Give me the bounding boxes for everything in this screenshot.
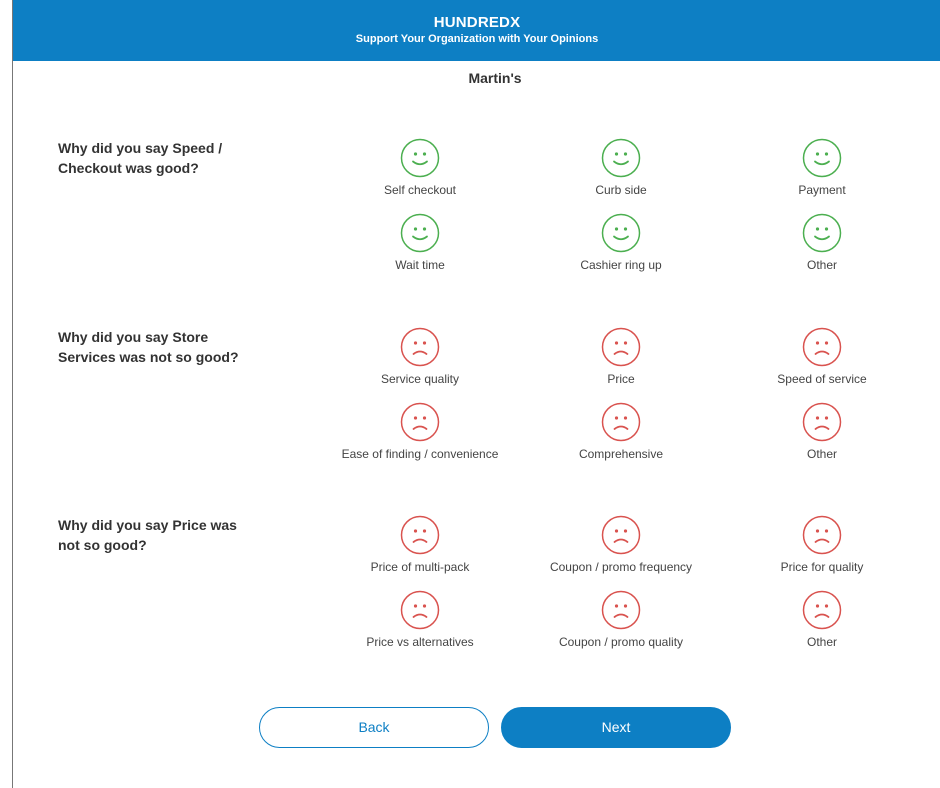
option-item[interactable]: Other [722,590,922,656]
option-item[interactable]: Other [722,213,922,279]
frown-face-icon [400,515,440,555]
question-section: Why did you say Store Services was not s… [0,327,928,497]
option-item[interactable]: Price vs alternatives [320,590,520,656]
option-label: Curb side [595,183,647,197]
smiley-face-icon [400,213,440,253]
option-label: Comprehensive [578,447,664,461]
frown-face-icon [601,515,641,555]
option-item[interactable]: Curb side [521,138,721,204]
smiley-face-icon [601,138,641,178]
frown-face-icon [601,590,641,630]
option-item[interactable]: Self checkout [320,138,520,204]
frown-face-icon [601,327,641,367]
question-text: Why did you say Speed / Checkout was goo… [58,140,223,176]
option-label: Other [806,447,837,461]
option-label: Price of multi-pack [370,560,470,574]
option-label: Payment [798,183,846,197]
option-label: Other [806,258,837,272]
option-item[interactable]: Coupon / promo quality [521,590,721,656]
option-item[interactable]: Cashier ring up [521,213,721,279]
option-label: Cashier ring up [580,258,662,272]
back-button[interactable]: Back [259,707,489,748]
option-item[interactable]: Price [521,327,721,393]
option-label: Price vs alternatives [366,635,474,649]
option-label: Self checkout [383,183,457,197]
frown-face-icon [601,402,641,442]
question-section: Why did you say Speed / Checkout was goo… [0,138,928,308]
option-label: Speed of service [777,372,867,386]
frown-face-icon [400,402,440,442]
option-item[interactable]: Ease of finding / convenience [320,402,520,468]
option-item[interactable]: Service quality [320,327,520,393]
header-bar: HUNDREDX Support Your Organization with … [13,0,940,61]
store-name: Martin's [468,70,522,86]
frown-face-icon [802,327,842,367]
frown-face-icon [400,590,440,630]
option-label: Wait time [395,258,445,272]
question-text: Why did you say Store Services was not s… [58,329,239,365]
option-item[interactable]: Payment [722,138,922,204]
frown-face-icon [802,402,842,442]
option-item[interactable]: Comprehensive [521,402,721,468]
option-item[interactable]: Price of multi-pack [320,515,520,581]
option-label: Ease of finding / convenience [341,447,499,461]
option-item[interactable]: Speed of service [722,327,922,393]
frown-face-icon [400,327,440,367]
option-label: Price [607,372,635,386]
smiley-face-icon [802,213,842,253]
option-label: Other [806,635,837,649]
question-text: Why did you say Price was not so good? [58,517,237,553]
next-button[interactable]: Next [501,707,731,748]
frown-face-icon [802,515,842,555]
smiley-face-icon [802,138,842,178]
frown-face-icon [802,590,842,630]
smiley-face-icon [601,213,641,253]
question-section: Why did you say Price was not so good? Pr… [0,515,928,685]
option-label: Coupon / promo quality [558,635,684,649]
brand-title: HUNDREDX [433,14,521,31]
smiley-face-icon [400,138,440,178]
option-label: Service quality [380,372,460,386]
option-label: Price for quality [780,560,864,574]
option-item[interactable]: Other [722,402,922,468]
option-item[interactable]: Price for quality [722,515,922,581]
option-item[interactable]: Wait time [320,213,520,279]
brand-tagline: Support Your Organization with Your Opin… [355,33,599,45]
option-item[interactable]: Coupon / promo frequency [521,515,721,581]
option-label: Coupon / promo frequency [549,560,693,574]
